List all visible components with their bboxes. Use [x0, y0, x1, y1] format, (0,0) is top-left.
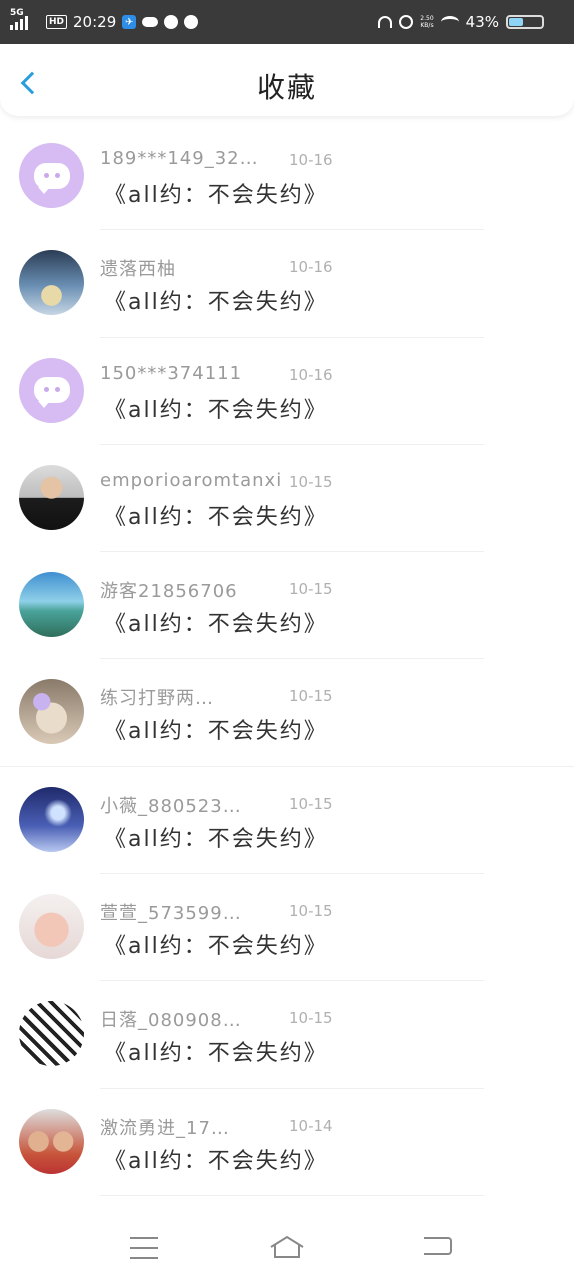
avatar[interactable] — [19, 894, 84, 960]
item-title: 《all约：不会失约》 — [104, 934, 328, 960]
item-date: 10-15 — [289, 687, 333, 706]
item-date: 10-15 — [289, 902, 333, 921]
home-icon[interactable] — [269, 1235, 305, 1258]
item-title: 《all约：不会失约》 — [104, 719, 328, 745]
user-name: 189***149_32… — [100, 148, 259, 169]
item-title: 《all约：不会失约》 — [104, 1041, 328, 1067]
avatar[interactable] — [19, 786, 84, 852]
return-icon[interactable] — [424, 1237, 452, 1255]
list-item[interactable]: emporioaromtanxi 10-15 《all约：不会失约》 — [0, 445, 574, 553]
item-title: 《all约：不会失约》 — [104, 1148, 328, 1174]
list-item[interactable]: 练习打野两… 10-15 《all约：不会失约》 — [0, 659, 574, 767]
avatar[interactable] — [19, 679, 84, 745]
item-title: 《all约：不会失约》 — [104, 826, 328, 852]
item-date: 10-16 — [289, 365, 333, 384]
avatar[interactable] — [19, 1001, 84, 1067]
alarm-icon — [399, 15, 414, 29]
list-item[interactable]: 激流勇进_17… 10-14 《all约：不会失约》 — [0, 1089, 574, 1196]
default-avatar-icon[interactable] — [19, 357, 84, 423]
item-title: 《all约：不会失约》 — [104, 504, 328, 530]
list-item[interactable]: 萱萱_573599… 10-15 《all约：不会失约》 — [0, 874, 574, 982]
user-name: 日落_080908… — [100, 1010, 242, 1032]
list-item[interactable]: 150***374111 10-16 《all约：不会失约》 — [0, 338, 574, 445]
system-nav-bar — [0, 1215, 574, 1280]
user-name: 遗落西柚 — [100, 259, 176, 281]
item-date: 10-16 — [289, 258, 333, 277]
battery-percent: 43% — [465, 13, 499, 31]
item-date: 10-15 — [289, 794, 333, 813]
list-item[interactable]: 小薇_880523… 10-15 《all约：不会失约》 — [0, 767, 574, 875]
item-date: 10-15 — [289, 472, 333, 491]
headphones-icon — [378, 16, 393, 28]
app-notification-icon: ✈ — [122, 15, 137, 29]
avatar[interactable] — [19, 250, 84, 316]
user-name: 150***374111 — [100, 362, 243, 384]
network-type: 5G — [10, 8, 24, 18]
list-item[interactable]: 游客21856706 10-15 《all约：不会失约》 — [0, 552, 574, 660]
item-title: 《all约：不会失约》 — [104, 290, 328, 316]
user-name: 小薇_880523… — [100, 795, 242, 817]
favorites-list: 189***149_32… 10-16 《all约：不会失约》 遗落西柚 10-16 《a… — [0, 123, 574, 1196]
list-item[interactable]: 日落_080908… 10-15 《all约：不会失约》 — [0, 981, 574, 1089]
avatar[interactable] — [19, 572, 84, 638]
user-name: 激流勇进_17… — [100, 1117, 230, 1139]
page-title: 收藏 — [256, 71, 317, 104]
menu-icon[interactable] — [130, 1237, 158, 1267]
user-name: 萱萱_573599… — [100, 903, 242, 925]
list-item[interactable]: 189***149_32… 10-16 《all约：不会失约》 — [0, 123, 574, 231]
divider — [100, 1194, 484, 1196]
cloud-icon — [142, 17, 159, 27]
item-title: 《all约：不会失约》 — [104, 397, 328, 423]
user-name: emporioaromtanxi — [100, 469, 283, 491]
item-title: 《all约：不会失约》 — [104, 183, 328, 208]
compass-icon — [184, 15, 199, 29]
avatar[interactable] — [19, 464, 84, 530]
user-name: 游客21856706 — [100, 581, 238, 603]
item-date: 10-15 — [289, 580, 333, 599]
network-speed: 2.50 KB/s — [420, 15, 434, 29]
status-bar: 5G HD 20:29 ✈ 2.50 KB/s 43% — [0, 0, 574, 44]
user-name: 练习打野两… — [100, 688, 214, 710]
wifi-icon — [440, 16, 459, 28]
avatar[interactable] — [19, 1108, 84, 1174]
item-title: 《all约：不会失约》 — [104, 612, 328, 638]
item-date: 10-15 — [289, 1009, 333, 1028]
default-avatar-icon[interactable] — [19, 143, 84, 208]
status-time: 20:29 — [73, 13, 117, 31]
item-date: 10-16 — [289, 151, 333, 169]
signal-icon: 5G — [10, 8, 40, 30]
item-date: 10-14 — [289, 1116, 333, 1135]
list-item[interactable]: 遗落西柚 10-16 《all约：不会失约》 — [0, 230, 574, 338]
hd-badge: HD — [46, 15, 68, 29]
header: 收藏 — [0, 44, 574, 116]
battery-icon — [506, 15, 544, 29]
message-icon — [164, 15, 179, 29]
